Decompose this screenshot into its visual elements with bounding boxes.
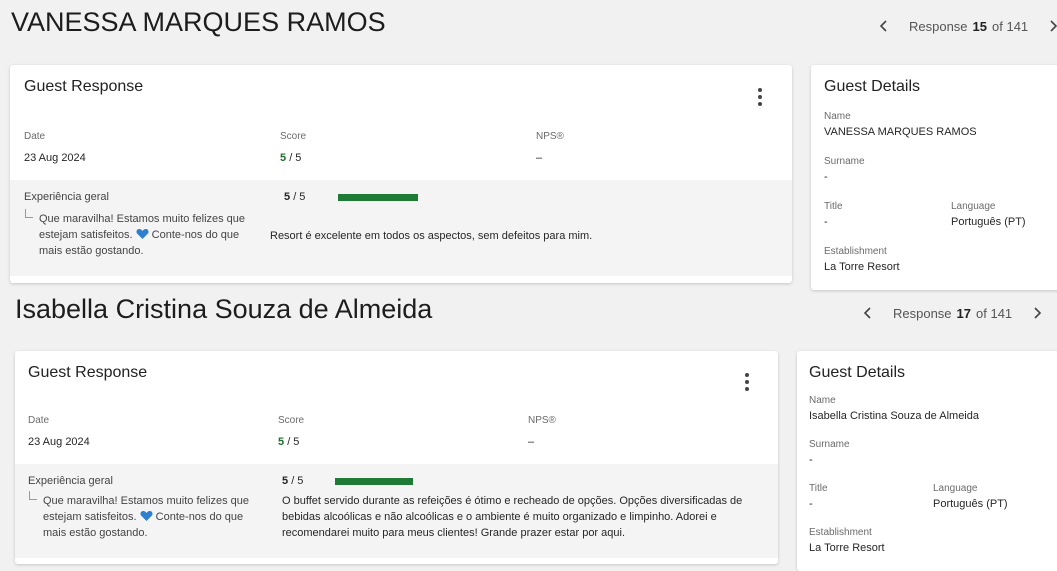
reply-line-3: mais estão gostando. bbox=[43, 527, 148, 539]
card-title: Guest Response bbox=[24, 78, 144, 95]
language-value: Português (PT) bbox=[933, 498, 1008, 510]
nps-label: NPS® bbox=[528, 415, 556, 426]
next-response-button[interactable] bbox=[1026, 302, 1048, 324]
question-score-bar bbox=[335, 478, 413, 485]
reply-line-2: estejam satisfeitos. Conte-nos do que bbox=[39, 229, 240, 241]
name-label: Name bbox=[824, 111, 851, 122]
reply-line-2: estejam satisfeitos. Conte-nos do que bbox=[43, 511, 244, 523]
guest-comment: O buffet servido durante as refeições é … bbox=[282, 493, 774, 541]
chevron-left-icon bbox=[879, 20, 887, 32]
guest-response-card: Guest Response Date 23 Aug 2024 Score 5 … bbox=[10, 65, 792, 283]
comment-line-1: O buffet servido durante as refeições é … bbox=[282, 495, 743, 507]
pager-total: of 141 bbox=[976, 305, 1013, 321]
guest-details-card: Guest Details Name Isabella Cristina Sou… bbox=[797, 351, 1057, 571]
language-label: Language bbox=[933, 483, 978, 494]
response-section-2: Isabella Cristina Souza de Almeida Respo… bbox=[0, 290, 1057, 571]
guest-details-title: Guest Details bbox=[824, 78, 921, 95]
blue-heart-icon bbox=[140, 511, 153, 521]
score-total: / 5 bbox=[287, 436, 300, 448]
surname-label: Surname bbox=[824, 156, 865, 167]
more-vert-icon bbox=[745, 373, 749, 377]
chevron-right-icon bbox=[1050, 20, 1057, 32]
date-label: Date bbox=[28, 415, 50, 426]
guest-details-card: Guest Details Name VANESSA MARQUES RAMOS… bbox=[811, 65, 1057, 290]
question-score-total: / 5 bbox=[293, 191, 306, 203]
question-score-number: 5 bbox=[282, 475, 289, 487]
question-score: 5 / 5 bbox=[284, 191, 305, 203]
more-options-button[interactable] bbox=[750, 86, 770, 108]
title-label: Title bbox=[824, 201, 843, 212]
comment-line-2: bebidas alcoólicas e não alcoólicas e o … bbox=[282, 511, 717, 523]
name-value: Isabella Cristina Souza de Almeida bbox=[809, 410, 979, 422]
question-score-bar bbox=[338, 194, 418, 201]
guest-name-heading: VANESSA MARQUES RAMOS bbox=[11, 7, 386, 37]
establishment-label: Establishment bbox=[809, 527, 872, 538]
previous-response-button[interactable] bbox=[857, 302, 879, 324]
question-score: 5 / 5 bbox=[282, 475, 303, 487]
nps-label: NPS® bbox=[536, 131, 564, 142]
language-label: Language bbox=[951, 201, 996, 212]
comment-line-3: recomendarei muito para meus clientes! G… bbox=[282, 527, 626, 539]
score-label: Score bbox=[278, 415, 305, 426]
score-total: / 5 bbox=[289, 152, 302, 164]
question-label: Experiência geral bbox=[28, 475, 113, 487]
name-label: Name bbox=[809, 395, 836, 406]
blue-heart-icon bbox=[136, 229, 149, 239]
surname-label: Surname bbox=[809, 439, 850, 450]
score-number: 5 bbox=[278, 436, 285, 448]
nps-value: – bbox=[536, 152, 543, 164]
reply-line-1: Que maravilha! Estamos muito felizes que bbox=[39, 213, 246, 225]
question-score-total: / 5 bbox=[291, 475, 304, 487]
guest-comment: Resort é excelente em todos os aspectos,… bbox=[270, 230, 593, 242]
reply-line-1: Que maravilha! Estamos muito felizes que bbox=[43, 495, 250, 507]
score-value: 5 / 5 bbox=[280, 152, 301, 164]
response-section-1: VANESSA MARQUES RAMOS Response 15 of 141… bbox=[0, 0, 1057, 290]
next-response-button[interactable] bbox=[1042, 15, 1057, 37]
question-row: Experiência geral Que maravilha! Estamos… bbox=[15, 464, 778, 558]
pager-label: Response bbox=[909, 18, 968, 34]
pager-label: Response bbox=[893, 305, 952, 321]
reply-line-3: mais estão gostando. bbox=[39, 245, 144, 257]
question-score-number: 5 bbox=[284, 191, 291, 203]
score-label: Score bbox=[280, 131, 307, 142]
language-value: Português (PT) bbox=[951, 216, 1026, 228]
reply-corner-icon bbox=[29, 491, 37, 500]
surname-value: - bbox=[824, 171, 828, 183]
manager-reply: Que maravilha! Estamos muito felizes que… bbox=[25, 209, 279, 259]
surname-value: - bbox=[809, 454, 813, 466]
date-value: 23 Aug 2024 bbox=[28, 436, 90, 448]
response-pager: Response 17 of 141 bbox=[857, 302, 1048, 324]
score-number: 5 bbox=[280, 152, 287, 164]
pager-total: of 141 bbox=[992, 18, 1029, 34]
date-label: Date bbox=[24, 131, 46, 142]
chevron-left-icon bbox=[863, 307, 871, 319]
chevron-right-icon bbox=[1034, 307, 1042, 319]
establishment-value: La Torre Resort bbox=[809, 542, 885, 554]
title-value: - bbox=[809, 498, 813, 510]
question-row: Experiência geral Que maravilha! Estamos… bbox=[10, 180, 792, 276]
establishment-value: La Torre Resort bbox=[824, 261, 900, 273]
question-label: Experiência geral bbox=[24, 191, 109, 203]
guest-response-card: Guest Response Date 23 Aug 2024 Score 5 … bbox=[15, 351, 778, 564]
guest-name-heading: Isabella Cristina Souza de Almeida bbox=[15, 294, 433, 324]
title-label: Title bbox=[809, 483, 828, 494]
previous-response-button[interactable] bbox=[873, 15, 895, 37]
reply-corner-icon bbox=[25, 209, 33, 218]
title-value: - bbox=[824, 216, 828, 228]
nps-value: – bbox=[528, 436, 535, 448]
score-value: 5 / 5 bbox=[278, 436, 299, 448]
card-title: Guest Response bbox=[28, 364, 148, 381]
more-options-button[interactable] bbox=[737, 371, 757, 393]
more-vert-icon bbox=[758, 88, 762, 92]
establishment-label: Establishment bbox=[824, 246, 887, 257]
pager-current: 17 bbox=[956, 305, 972, 321]
manager-reply: Que maravilha! Estamos muito felizes que… bbox=[29, 491, 283, 541]
name-value: VANESSA MARQUES RAMOS bbox=[824, 126, 977, 138]
date-value: 23 Aug 2024 bbox=[24, 152, 86, 164]
guest-details-title: Guest Details bbox=[809, 364, 906, 381]
response-pager: Response 15 of 141 bbox=[873, 15, 1057, 37]
pager-current: 15 bbox=[972, 18, 988, 34]
